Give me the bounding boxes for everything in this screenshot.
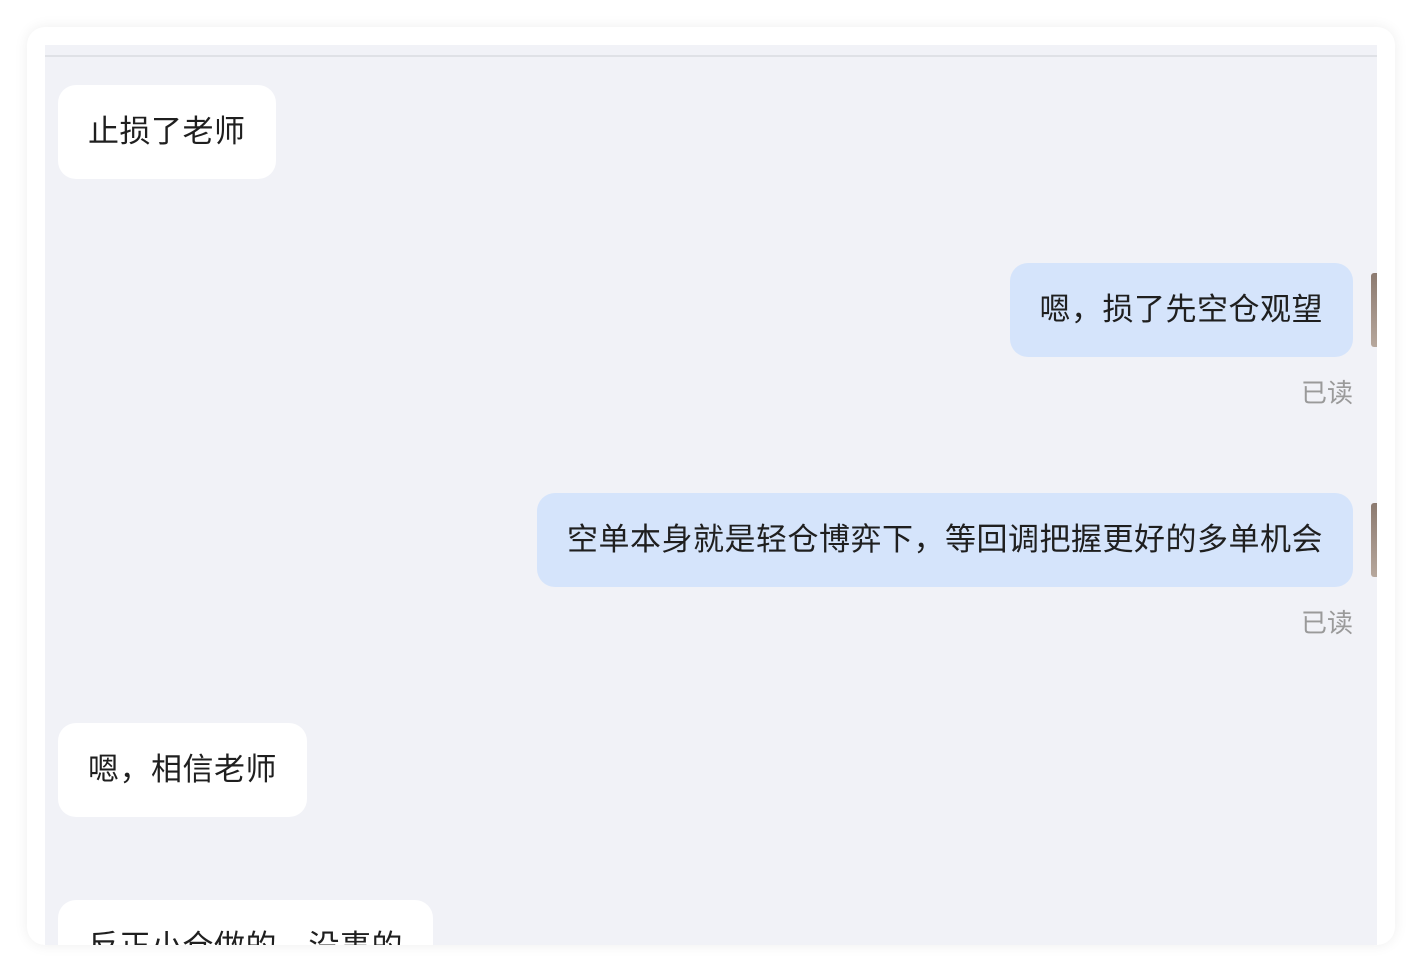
read-status: 已读	[1300, 379, 1353, 409]
message-bubble-incoming[interactable]: 反正小仓做的，没事的	[58, 900, 433, 945]
message-list[interactable]: 止损了老师 嗯，损了先空仓观望 已读 空单本身就是轻仓博弈下，等回调把握更好的多…	[45, 45, 1377, 945]
message-bubble-outgoing[interactable]: 空单本身就是轻仓博弈下，等回调把握更好的多单机会	[537, 493, 1353, 587]
avatar[interactable]	[1371, 273, 1377, 347]
message-bubble-incoming[interactable]: 止损了老师	[58, 85, 276, 179]
message-bubble-outgoing[interactable]: 嗯，损了先空仓观望	[1009, 263, 1353, 357]
divider	[45, 55, 1377, 57]
chat-window: 止损了老师 嗯，损了先空仓观望 已读 空单本身就是轻仓博弈下，等回调把握更好的多…	[27, 27, 1395, 945]
avatar[interactable]	[1371, 503, 1377, 577]
read-status: 已读	[1300, 609, 1353, 639]
message-bubble-incoming[interactable]: 嗯，相信老师	[58, 723, 307, 817]
